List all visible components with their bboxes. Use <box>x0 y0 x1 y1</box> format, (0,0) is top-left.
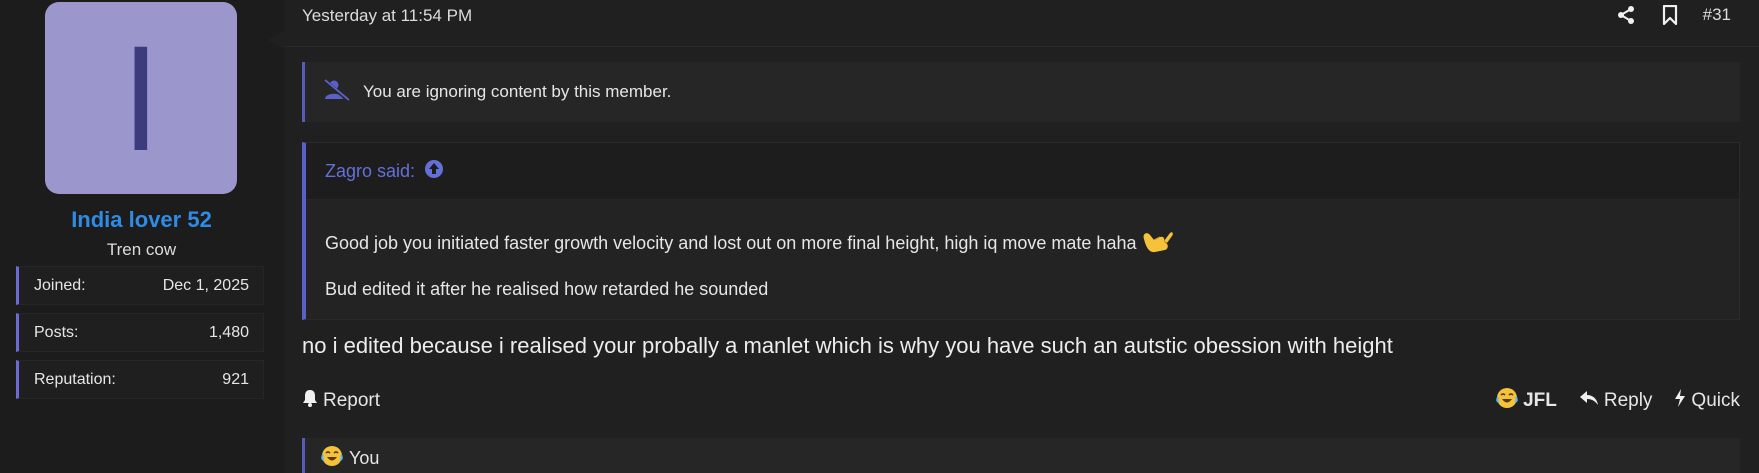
reply-arrow-icon <box>1579 390 1599 412</box>
stat-posts: Posts: 1,480 <box>16 313 264 352</box>
jump-to-quote-icon[interactable] <box>424 159 444 184</box>
laughing-crying-emoji <box>1496 387 1518 415</box>
post-timestamp[interactable]: Yesterday at 11:54 PM <box>302 6 472 26</box>
stat-label: Reputation: <box>34 370 116 388</box>
stat-joined: Joined: Dec 1, 2025 <box>16 266 264 305</box>
ignored-notice-text: You are ignoring content by this member. <box>363 82 672 101</box>
reactions-text: You <box>349 447 380 468</box>
user-title: Tren cow <box>106 240 177 259</box>
quick-label: Quick <box>1691 390 1740 411</box>
stat-value: 1,480 <box>208 323 249 341</box>
call-me-hand-emoji <box>1140 225 1174 262</box>
jfl-label: JFL <box>1523 390 1557 411</box>
avatar-letter: I <box>122 14 160 182</box>
quick-reply-button[interactable]: Quick <box>1674 388 1740 414</box>
quote-header: Zagro said: <box>306 143 1739 200</box>
quote-text: Good job you initiated faster growth vel… <box>325 233 1137 253</box>
stat-value: Dec 1, 2025 <box>162 276 249 294</box>
post-body-text: no i edited because i realised your prob… <box>302 333 1393 358</box>
bookmark-icon[interactable] <box>1659 3 1681 27</box>
share-icon[interactable] <box>1615 3 1637 27</box>
user-sidebar: I India lover 52 Tren cow Joined: Dec 1,… <box>0 0 283 473</box>
quote-text-line: Good job you initiated faster growth vel… <box>325 225 1174 262</box>
quote-block: Zagro said: Good job you initiated faste… <box>302 142 1740 320</box>
ignored-content-notice: You are ignoring content by this member. <box>302 62 1740 122</box>
laughing-crying-emoji <box>321 445 343 472</box>
bell-icon <box>302 389 318 413</box>
username-link[interactable]: India lover 52 <box>0 207 283 233</box>
lightning-icon <box>1674 388 1686 414</box>
stat-label: Posts: <box>34 323 79 341</box>
message-body: Yesterday at 11:54 PM #31 You are ignori… <box>285 0 1759 473</box>
message-header: Yesterday at 11:54 PM #31 <box>285 0 1759 47</box>
stat-label: Joined: <box>34 276 86 294</box>
jfl-reaction-button[interactable]: JFL <box>1496 387 1557 415</box>
muted-user-icon <box>322 78 351 106</box>
stat-reputation: Reputation: 921 <box>16 360 264 399</box>
quote-text-line-2: Bud edited it after he realised how reta… <box>325 279 769 299</box>
header-actions: #31 <box>1615 3 1731 27</box>
stat-value: 921 <box>222 370 249 388</box>
reply-button[interactable]: Reply <box>1579 390 1653 412</box>
post-actions-bar: Report JFL Reply Quick <box>302 386 1740 416</box>
report-button[interactable]: Report <box>302 389 380 413</box>
post-number-link[interactable]: #31 <box>1703 5 1731 25</box>
report-label: Report <box>323 390 381 411</box>
avatar[interactable]: I <box>45 2 237 194</box>
forum-post: I India lover 52 Tren cow Joined: Dec 1,… <box>0 0 1759 473</box>
reactions-bar[interactable]: You <box>302 438 1740 473</box>
quote-author-link[interactable]: Zagro said: <box>325 161 415 182</box>
reply-label: Reply <box>1603 390 1653 411</box>
message-pointer <box>268 30 285 50</box>
post-actions-right: JFL Reply Quick <box>1496 387 1740 415</box>
